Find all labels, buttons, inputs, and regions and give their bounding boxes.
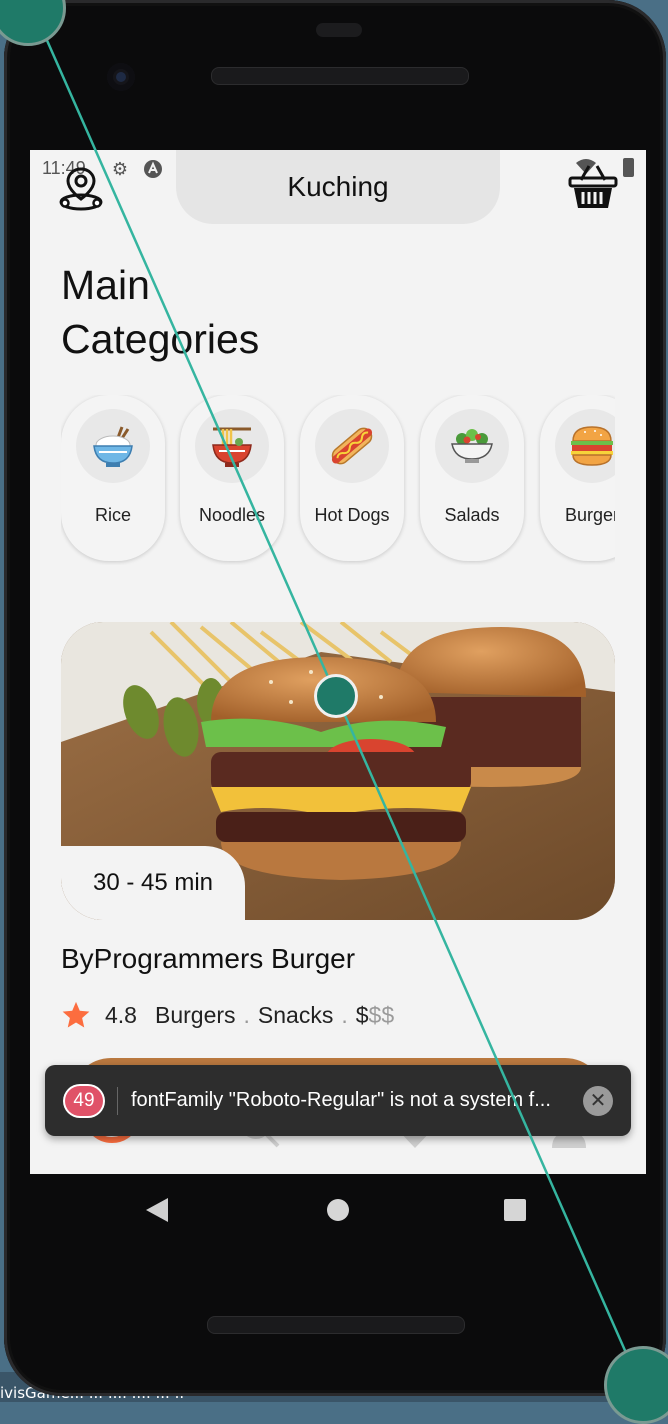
title-line-1: Main: [61, 262, 150, 308]
category-card-hot-dogs[interactable]: Hot Dogs: [300, 395, 404, 561]
touch-indicator-mid: [314, 674, 358, 718]
bottom-speaker-grille: [207, 1316, 465, 1334]
back-icon[interactable]: [146, 1198, 168, 1222]
category-list[interactable]: Rice Noodles Hot Dogs Salads Burger: [61, 395, 615, 565]
noodles-icon: [212, 427, 252, 467]
price-level-inactive: $$: [368, 1001, 395, 1028]
rice-bowl-icon: [93, 426, 133, 467]
top-speaker-grille: [211, 67, 469, 85]
close-icon[interactable]: ✕: [583, 1086, 613, 1116]
salad-icon: [451, 429, 493, 463]
category-icon-circle: [435, 409, 509, 483]
category-icon-circle: [76, 409, 150, 483]
category-icon-circle: [555, 409, 615, 483]
delivery-time-badge: 30 - 45 min: [61, 846, 245, 920]
rating-value: 4.8: [105, 1001, 137, 1028]
burger-icon: [571, 426, 613, 466]
title-line-2: Categories: [61, 316, 260, 362]
recents-icon[interactable]: [504, 1199, 526, 1221]
error-toast[interactable]: 49 fontFamily "Roboto-Regular" is not a …: [45, 1065, 631, 1136]
tag-separator: .: [243, 1001, 250, 1028]
top-bar: Kuching: [30, 150, 646, 240]
category-label: Noodles: [198, 505, 266, 525]
category-label: Burger: [564, 505, 615, 525]
price-level-active: $: [355, 1001, 369, 1028]
category-card-noodles[interactable]: Noodles: [180, 395, 284, 561]
category-card-burger[interactable]: Burger: [540, 395, 615, 561]
restaurant-name[interactable]: ByProgrammers Burger: [61, 943, 355, 975]
category-tag: Snacks: [257, 1001, 334, 1028]
category-card-rice[interactable]: Rice: [61, 395, 165, 561]
tag-separator: .: [341, 1001, 348, 1028]
android-navigation-bar: [30, 1180, 646, 1240]
location-selector[interactable]: Kuching: [176, 150, 500, 224]
page-title: Main Categories: [61, 258, 259, 366]
app-screen: 11:49 ⚙ Kuching Main Categories Rice Noo…: [30, 150, 646, 1174]
basket-icon[interactable]: [567, 160, 619, 212]
error-count-badge: 49: [65, 1086, 103, 1116]
android-home-icon[interactable]: [327, 1199, 349, 1221]
category-label: Salads: [444, 505, 500, 525]
earpiece: [316, 23, 362, 37]
category-label: Hot Dogs: [314, 505, 390, 525]
category-icon-circle: [195, 409, 269, 483]
front-camera-icon: [107, 63, 135, 91]
restaurant-meta: 4.8 Burgers . Snacks . $ $$: [61, 998, 394, 1032]
category-card-salads[interactable]: Salads: [420, 395, 524, 561]
toast-message: fontFamily "Roboto-Regular" is not a sys…: [131, 1089, 551, 1111]
star-icon: [62, 1001, 90, 1028]
category-label: Rice: [94, 505, 131, 525]
restaurant-card-image[interactable]: 30 - 45 min: [61, 622, 615, 920]
toast-divider: [117, 1087, 118, 1115]
category-icon-circle: [315, 409, 389, 483]
location-pin-icon[interactable]: [56, 163, 106, 213]
touch-indicator-end: [604, 1346, 668, 1424]
hot-dog-icon: [331, 427, 373, 465]
category-tag: Burgers: [154, 1001, 236, 1028]
